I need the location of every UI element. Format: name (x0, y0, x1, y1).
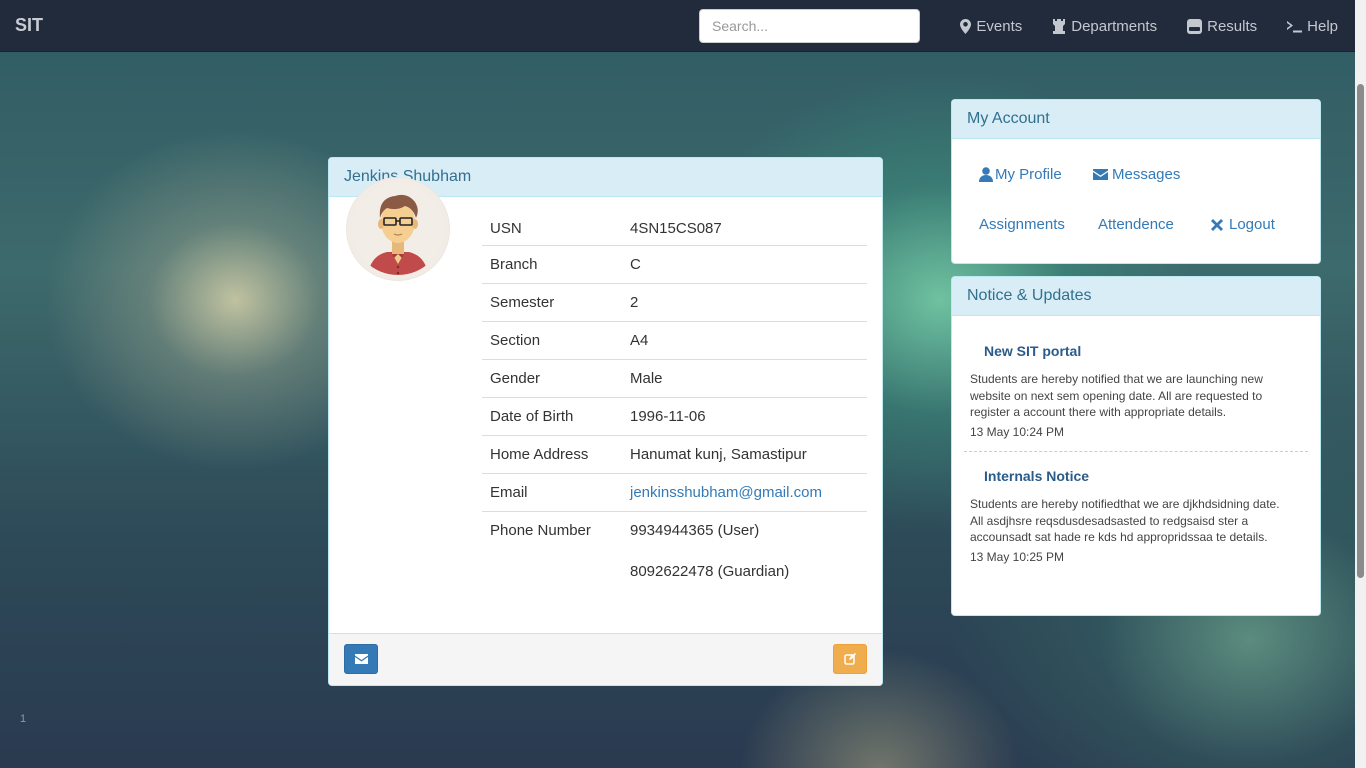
field-value-section: A4 (622, 320, 867, 359)
notice-title[interactable]: New SIT portal (970, 343, 1290, 359)
field-value-semester: 2 (622, 282, 867, 321)
edit-icon (844, 653, 856, 665)
table-row: Phone Number 9934944365 (User) 809262247… (482, 510, 867, 591)
console-icon (1287, 20, 1303, 33)
table-row: Gender Male (482, 358, 867, 397)
table-row: Home Address Hanumat kunj, Samastipur (482, 434, 867, 473)
envelope-icon (1093, 169, 1108, 180)
logout-label: Logout (1229, 216, 1275, 233)
field-value-phone: 9934944365 (User) 8092622478 (Guardian) (622, 510, 867, 591)
table-row: Semester 2 (482, 282, 867, 321)
edit-profile-button[interactable] (833, 644, 867, 674)
nav-events[interactable]: Events (945, 0, 1037, 52)
nav-results-label: Results (1207, 17, 1258, 35)
email-link[interactable]: jenkinsshubham@gmail.com (630, 484, 822, 501)
page-scrollbar[interactable] (1355, 0, 1366, 768)
phone-guardian: 8092622478 (Guardian) (630, 562, 790, 580)
notice-panel: Notice & Updates New SIT portal Students… (951, 276, 1321, 616)
phone-user: 9934944365 (User) (630, 521, 760, 539)
field-label-phone: Phone Number (482, 510, 622, 591)
profile-panel: Jenkins Shubham USN 4SN15CS087 Branch C … (328, 157, 883, 686)
map-marker-icon (960, 18, 972, 34)
profile-panel-footer (329, 633, 882, 685)
logout-link[interactable]: Logout (1211, 216, 1275, 233)
field-label-address: Home Address (482, 434, 622, 473)
my-profile-link[interactable]: My Profile (979, 166, 1062, 183)
profile-info-table: USN 4SN15CS087 Branch C Semester 2 Secti… (482, 212, 867, 591)
notice-title[interactable]: Internals Notice (970, 468, 1290, 484)
field-label-section: Section (482, 320, 622, 359)
messages-label: Messages (1112, 166, 1181, 183)
brand-logo[interactable]: SIT (15, 15, 43, 36)
notice-body: Students are hereby notified that we are… (970, 372, 1263, 419)
notice-time: 13 May 10:25 PM (970, 549, 1065, 564)
table-row: Date of Birth 1996-11-06 (482, 396, 867, 435)
field-value-branch: C (622, 244, 867, 283)
top-navbar: SIT Events Departments Results Help (0, 0, 1355, 52)
field-value-dob: 1996-11-06 (622, 396, 867, 435)
my-account-heading: My Account (952, 100, 1320, 139)
notice-time: 13 May 10:24 PM (970, 424, 1065, 439)
nav-results[interactable]: Results (1172, 0, 1272, 52)
page-number: 1 (20, 713, 27, 725)
attendence-label: Attendence (1098, 216, 1174, 233)
nav-events-label: Events (976, 17, 1023, 35)
messages-link[interactable]: Messages (1093, 166, 1180, 183)
field-label-semester: Semester (482, 282, 622, 321)
assignments-label: Assignments (979, 216, 1065, 233)
field-value-address: Hanumat kunj, Samastipur (622, 434, 867, 473)
field-label-usn: USN (490, 219, 522, 237)
notice-item: New SIT portal Students are hereby notif… (970, 343, 1290, 439)
field-label-branch: Branch (482, 244, 622, 283)
field-label-dob: Date of Birth (482, 396, 622, 435)
table-row: USN 4SN15CS087 (482, 212, 867, 245)
notice-divider (964, 451, 1308, 452)
attendence-link[interactable]: Attendence (1098, 216, 1174, 233)
assignments-link[interactable]: Assignments (979, 216, 1065, 233)
field-label-gender: Gender (482, 358, 622, 397)
nav-help-label: Help (1307, 17, 1338, 35)
search-input[interactable] (699, 9, 920, 43)
tower-icon (1052, 18, 1066, 34)
user-avatar (347, 178, 449, 280)
table-row: Branch C (482, 244, 867, 283)
my-profile-label: My Profile (995, 166, 1062, 183)
nav-departments-label: Departments (1071, 17, 1158, 35)
notice-body: Students are hereby notifiedthat we are … (970, 497, 1280, 544)
user-icon (979, 167, 993, 182)
field-value-email: jenkinsshubham@gmail.com (622, 472, 867, 511)
remove-icon (1211, 218, 1223, 231)
notice-heading: Notice & Updates (952, 277, 1320, 316)
table-row: Section A4 (482, 320, 867, 359)
field-label-email: Email (482, 472, 622, 511)
nav-links: Events Departments Results Help (945, 0, 1355, 52)
hdd-icon (1187, 18, 1203, 34)
notice-item: Internals Notice Students are hereby not… (970, 468, 1290, 564)
nav-departments[interactable]: Departments (1037, 0, 1172, 52)
nav-help[interactable]: Help (1272, 0, 1355, 52)
scrollbar-thumb[interactable] (1357, 84, 1364, 578)
field-value-usn: 4SN15CS087 (630, 219, 722, 237)
table-row: Email jenkinsshubham@gmail.com (482, 472, 867, 511)
my-account-panel: My Account My Profile Messages Assignmen… (951, 99, 1321, 264)
send-message-button[interactable] (344, 644, 378, 674)
field-value-gender: Male (622, 358, 867, 397)
envelope-icon (354, 654, 368, 664)
